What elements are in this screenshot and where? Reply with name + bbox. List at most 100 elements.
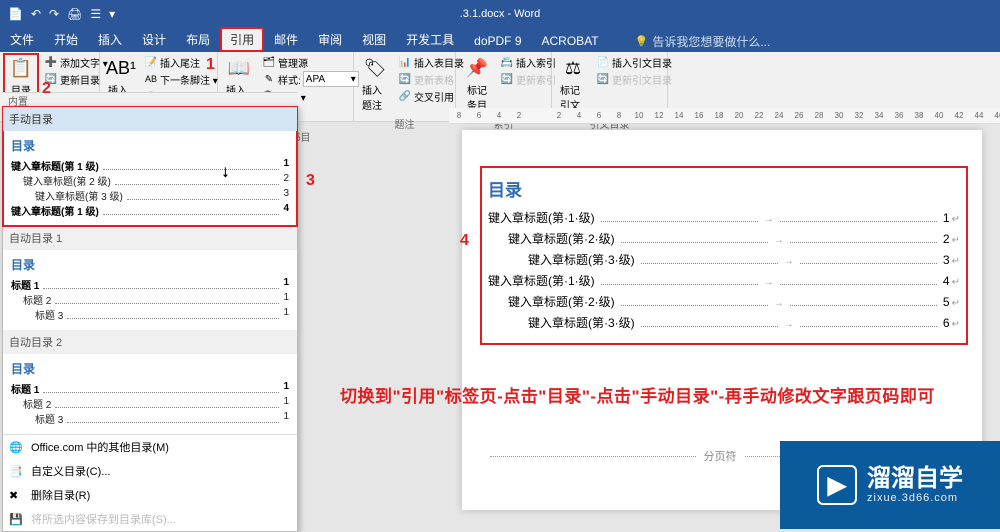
ruler-tick: 30 bbox=[829, 111, 849, 120]
menu-item-label: Office.com 中的其他目录(M) bbox=[31, 439, 169, 455]
qat-print-icon[interactable]: 🖨 bbox=[67, 7, 82, 21]
qat-undo-icon[interactable]: ↶ bbox=[31, 7, 41, 21]
qat-dropdown-icon[interactable]: ▾ bbox=[109, 7, 115, 21]
auto-toc-2-option[interactable]: 自动目录 2 bbox=[3, 330, 297, 354]
toc-dropdown: 手动目录 目录 键入章标题(第 1 级)1键入章标题(第 2 级)2键入章标题(… bbox=[2, 106, 298, 532]
mark-citation-button[interactable]: ⚖ 标记引文 bbox=[556, 54, 590, 114]
footnote-ab-icon: AB bbox=[144, 74, 158, 84]
tab-view[interactable]: 视图 bbox=[352, 27, 396, 52]
ruler-tick: 2 bbox=[509, 111, 529, 120]
caption-label: 插入题注 bbox=[362, 82, 388, 112]
logo-brand: 溜溜自学 bbox=[867, 466, 963, 492]
dropdown-menu-item[interactable]: 📑自定义目录(C)... bbox=[3, 459, 297, 483]
tab-home[interactable]: 开始 bbox=[44, 27, 88, 52]
ruler-tick: 38 bbox=[909, 111, 929, 120]
insert-toa-button[interactable]: 📄插入引文目录 bbox=[594, 54, 674, 70]
ruler-tick: 6 bbox=[469, 111, 489, 120]
ruler-tick: 8 bbox=[449, 111, 469, 120]
toc-preview-line: 键入章标题(第 1 级)4 bbox=[11, 203, 289, 218]
mark-entry-button[interactable]: 📌 标记 条目 bbox=[460, 54, 494, 114]
tab-review[interactable]: 审阅 bbox=[308, 27, 352, 52]
ruler-tick: 10 bbox=[629, 111, 649, 120]
tell-me-search[interactable]: 告诉我您想要做什么... bbox=[629, 31, 777, 52]
ruler-tick: 28 bbox=[809, 111, 829, 120]
callout-2: 2 bbox=[42, 80, 51, 98]
auto-toc-1-preview[interactable]: 目录 标题 11标题 21标题 31 bbox=[3, 250, 297, 330]
toc-icon: 📋 bbox=[9, 56, 33, 80]
page-toc-entry[interactable]: 键入章标题(第·3·级)→6 bbox=[488, 314, 960, 331]
ruler-tick: 44 bbox=[969, 111, 989, 120]
tab-insert[interactable]: 插入 bbox=[88, 27, 132, 52]
window-title: .3.1.docx - Word bbox=[460, 8, 541, 20]
insert-index-button[interactable]: 📇插入索引 bbox=[498, 54, 558, 70]
ruler-tick: 8 bbox=[609, 111, 629, 120]
page-toc-entry[interactable]: 键入章标题(第·2·级)→2 bbox=[488, 230, 960, 247]
tab-developer[interactable]: 开发工具 bbox=[396, 27, 464, 52]
ruler-tick: 14 bbox=[669, 111, 689, 120]
page-toc-entry[interactable]: 键入章标题(第·2·级)→5 bbox=[488, 293, 960, 310]
ruler-tick: 46 bbox=[989, 111, 1000, 120]
auto-toc-1-option[interactable]: 自动目录 1 bbox=[3, 226, 297, 250]
menu-item-label: 将所选内容保存到目录库(S)... bbox=[31, 511, 176, 527]
ruler-tick: 26 bbox=[789, 111, 809, 120]
callout-3: 3 bbox=[306, 172, 315, 190]
page-toc-entry[interactable]: 键入章标题(第·1·级)→1 bbox=[488, 209, 960, 226]
menu-item-icon: 🌐 bbox=[9, 441, 23, 454]
ruler-tick: 20 bbox=[729, 111, 749, 120]
callout-4: 4 bbox=[460, 232, 469, 250]
toc-preview-line: 键入章标题(第 1 级)1 bbox=[11, 158, 289, 173]
dropdown-menu-item[interactable]: 🌐 Office.com 中的其他目录(M) bbox=[3, 435, 297, 459]
qat-menu-icon[interactable]: ☰ bbox=[90, 7, 101, 21]
auto-toc-2-preview[interactable]: 目录 标题 11标题 21标题 31 bbox=[3, 354, 297, 434]
menu-item-icon: 📑 bbox=[9, 465, 23, 478]
insert-caption-button[interactable]: 🏷 插入题注 bbox=[358, 54, 392, 114]
manual-toc-lines: 键入章标题(第 1 级)1键入章标题(第 2 级)2键入章标题(第 3 级)3键… bbox=[11, 158, 289, 218]
ruler-tick: 32 bbox=[849, 111, 869, 120]
tab-dopdf[interactable]: doPDF 9 bbox=[464, 30, 531, 52]
tab-design[interactable]: 设计 bbox=[132, 27, 176, 52]
menu-item-label: 删除目录(R) bbox=[31, 487, 90, 503]
group-label-captions: 题注 bbox=[354, 116, 455, 130]
caption-icon: 🏷 bbox=[363, 56, 387, 80]
callout-1: 1 bbox=[206, 56, 215, 74]
manage-sources-button[interactable]: 🗂管理源 bbox=[260, 54, 361, 70]
ruler-tick: 36 bbox=[889, 111, 909, 120]
logo-url: zixue.3d66.com bbox=[867, 492, 963, 504]
ruler-tick: 18 bbox=[709, 111, 729, 120]
mark-entry-icon: 📌 bbox=[465, 56, 489, 80]
page-toc-entry[interactable]: 键入章标题(第·3·级)→3 bbox=[488, 251, 960, 268]
instruction-text: 切换到"引用"标签页-点击"目录"-点击"手动目录"-再手动修改文字跟页码即可 bbox=[340, 382, 935, 407]
toc-preview-line: 标题 21 bbox=[11, 292, 289, 307]
ruler-tick: 24 bbox=[769, 111, 789, 120]
horizontal-ruler[interactable]: 8642246810121416182022242628303234363840… bbox=[449, 108, 1000, 124]
tab-references[interactable]: 引用 bbox=[220, 27, 264, 52]
manual-toc-option[interactable]: 手动目录 bbox=[3, 107, 297, 131]
toc-preview-line: 键入章标题(第 2 级)2 bbox=[11, 173, 289, 188]
page-toc-block[interactable]: 目录 键入章标题(第·1·级)→1键入章标题(第·2·级)→2键入章标题(第·3… bbox=[486, 172, 962, 339]
toc-preview-line: 标题 31 bbox=[11, 307, 289, 322]
ribbon-tabs: 文件 开始 插入 设计 布局 引用 邮件 审阅 视图 开发工具 doPDF 9 … bbox=[0, 28, 1000, 52]
menu-item-icon: ✖ bbox=[9, 489, 23, 502]
ruler-tick: 4 bbox=[489, 111, 509, 120]
style-selector[interactable]: ✎样式:APA▾ bbox=[260, 71, 361, 87]
citation-icon: 📖 bbox=[227, 56, 251, 80]
toc-preview-line: 键入章标题(第 3 级)3 bbox=[11, 188, 289, 203]
dropdown-menu-item[interactable]: ✖ 删除目录(R) bbox=[3, 483, 297, 507]
ruler-tick: 6 bbox=[589, 111, 609, 120]
watermark-logo: ▶ 溜溜自学 zixue.3d66.com bbox=[780, 441, 1000, 529]
group-captions: 🏷 插入题注 📊插入表目录 🔄更新表格 🔗交叉引用 题注 bbox=[354, 52, 456, 121]
ruler-tick: 12 bbox=[649, 111, 669, 120]
ruler-tick: 42 bbox=[949, 111, 969, 120]
tab-mailings[interactable]: 邮件 bbox=[264, 27, 308, 52]
manual-toc-preview[interactable]: 目录 键入章标题(第 1 级)1键入章标题(第 2 级)2键入章标题(第 3 级… bbox=[3, 131, 297, 226]
title-bar: 📄 ↶ ↷ 🖨 ☰ ▾ .3.1.docx - Word bbox=[0, 0, 1000, 28]
ruler-tick: 40 bbox=[929, 111, 949, 120]
tab-layout[interactable]: 布局 bbox=[176, 27, 220, 52]
ruler-tick: 4 bbox=[569, 111, 589, 120]
page-toc-entry[interactable]: 键入章标题(第·1·级)→4 bbox=[488, 272, 960, 289]
qat-redo-icon[interactable]: ↷ bbox=[49, 7, 59, 21]
tab-file[interactable]: 文件 bbox=[0, 27, 44, 52]
tab-acrobat[interactable]: ACROBAT bbox=[532, 30, 609, 52]
preview-title: 目录 bbox=[11, 256, 289, 273]
qat-save-icon[interactable]: 📄 bbox=[8, 7, 23, 21]
